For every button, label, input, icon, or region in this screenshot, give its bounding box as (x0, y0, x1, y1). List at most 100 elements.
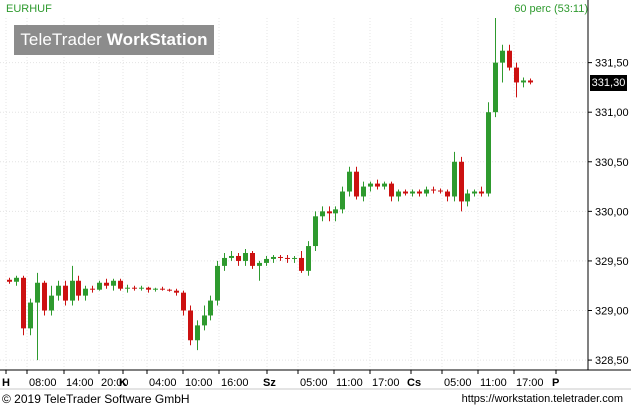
candle-body (146, 287, 151, 290)
candle-body (215, 265, 220, 301)
candle-body (438, 190, 443, 192)
y-tick-label: 329,50 (595, 256, 629, 268)
candle-body (285, 257, 290, 259)
candle-body (459, 161, 464, 202)
x-tick-label: 05:00 (300, 377, 328, 389)
candle-body (42, 282, 47, 311)
candle-body (278, 256, 283, 258)
period-label[interactable]: 60 perc (53:11) (440, 3, 588, 15)
candle-body (181, 292, 186, 311)
candle-series (7, 18, 533, 361)
y-tick-label: 329,00 (595, 306, 629, 318)
candle-body (28, 302, 33, 329)
candle-body (479, 191, 484, 194)
candle-body (340, 191, 345, 210)
x-tick-label: 11:00 (480, 377, 507, 389)
x-tick-label: 04:00 (149, 377, 177, 389)
candle-body (271, 256, 276, 259)
symbol-label[interactable]: EURHUF (6, 3, 52, 15)
y-tick-label: 331,00 (595, 107, 629, 119)
candle-body (111, 280, 116, 286)
candle-body (167, 289, 172, 291)
candle-body (35, 282, 40, 303)
candle-body (7, 279, 12, 282)
candle-body (333, 209, 338, 214)
candle-body (431, 189, 436, 191)
y-tick-label: 328,50 (595, 355, 629, 367)
candle-body (49, 295, 54, 311)
candle-body (382, 183, 387, 187)
candle-body (153, 288, 158, 290)
candle-body (389, 183, 394, 197)
candle-body (403, 191, 408, 194)
candle-body (70, 280, 75, 301)
candle-body (521, 80, 526, 83)
candle-body (410, 191, 415, 194)
logo-text-bold: WorkStation (106, 30, 208, 49)
candle-body (139, 287, 144, 289)
candle-body (63, 285, 68, 301)
candle-body (313, 216, 318, 247)
candle-body (243, 252, 248, 261)
x-tick-label: P (552, 377, 559, 389)
candle-body (465, 193, 470, 202)
last-price-tag: 331,30 (590, 75, 627, 91)
copyright-text: © 2019 TeleTrader Software GmbH (2, 392, 190, 406)
candle-body (452, 161, 457, 197)
axes: 331,50 331,00 330,50 330,00 329,50 329,00 328,… (0, 0, 631, 390)
candle-body (306, 246, 311, 271)
candle-body (257, 262, 262, 266)
candle-body (320, 211, 325, 217)
candle-body (528, 80, 533, 83)
x-tick-label: 08:00 (29, 377, 57, 389)
logo-text-light: TeleTrader (20, 30, 107, 49)
candle-body (118, 280, 123, 289)
candle-body (507, 50, 512, 68)
candle-body (424, 189, 429, 194)
candle-body (472, 191, 477, 194)
teletrader-logo: TeleTrader WorkStation (14, 25, 214, 55)
candlestick-chart: 331,50 331,00 330,50 330,00 329,50 329,00 328,… (0, 0, 631, 390)
candle-body (250, 252, 255, 266)
x-tick-label: 05:00 (444, 377, 472, 389)
candle-body (368, 183, 373, 187)
candle-body (222, 257, 227, 266)
candle-body (76, 280, 81, 296)
candle-body (361, 186, 366, 197)
candle-body (83, 288, 88, 296)
candle-body (90, 288, 95, 290)
x-tick-label: 16:00 (221, 377, 249, 389)
x-tick-label: 17:00 (372, 377, 400, 389)
candle-body (500, 50, 505, 63)
candle-body (347, 171, 352, 192)
y-tick-label: 330,50 (595, 157, 629, 169)
y-tick-label: 330,00 (595, 206, 629, 218)
candle-body (514, 67, 519, 83)
x-tick-label: 10:00 (185, 377, 213, 389)
candle-body (445, 191, 450, 197)
candle-body (195, 325, 200, 341)
candle-body (236, 255, 241, 261)
candle-body (292, 257, 297, 259)
candle-body (104, 282, 109, 286)
candle-body (208, 300, 213, 316)
candle-body (125, 287, 130, 289)
y-tick-label: 331,50 (595, 58, 629, 70)
x-tick-label: K (119, 377, 127, 389)
candle-body (188, 310, 193, 341)
candle-body (354, 171, 359, 197)
candle-body (14, 277, 19, 282)
candle-body (375, 183, 380, 187)
x-tick-label: 11:00 (336, 377, 363, 389)
candle-body (21, 277, 26, 329)
x-tick-label: 14:00 (66, 377, 94, 389)
x-tick-label: H (2, 377, 10, 389)
candle-body (417, 191, 422, 194)
candle-body (493, 62, 498, 113)
grid (0, 18, 588, 370)
footer-url-link[interactable]: https://workstation.teletrader.com (462, 393, 623, 405)
candle-body (202, 315, 207, 326)
candle-body (132, 287, 137, 289)
x-tick-label: 17:00 (516, 377, 544, 389)
candle-body (299, 257, 304, 271)
